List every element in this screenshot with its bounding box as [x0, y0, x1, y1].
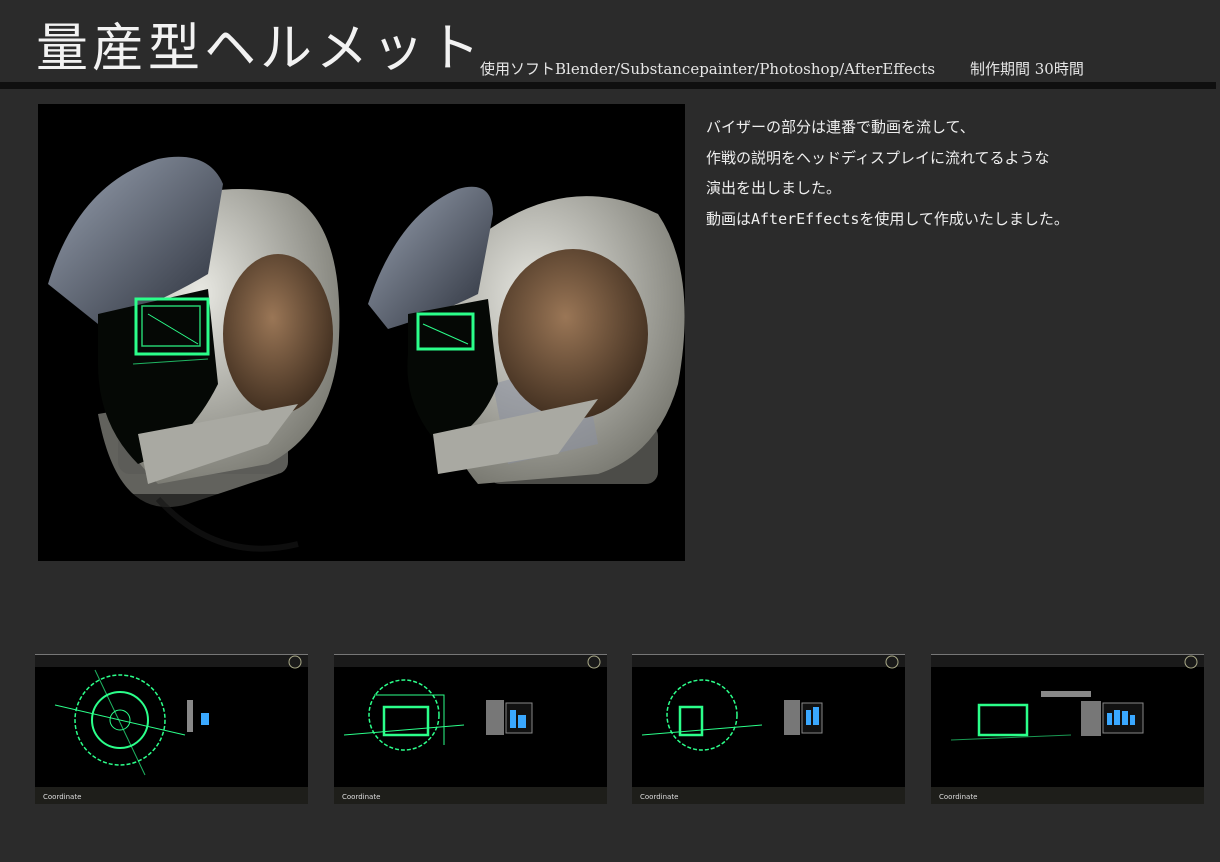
- production-period: 制作期間 30時間: [970, 60, 1084, 78]
- helmet-left: [48, 156, 340, 552]
- description-line: 演出を出しました。: [706, 179, 842, 197]
- helmet-render-image: [38, 104, 685, 561]
- hud-coordinate-label: Coordinate: [939, 793, 977, 801]
- helmet-right: [368, 186, 685, 484]
- hud-coordinate-label: Coordinate: [43, 793, 81, 801]
- hud-frame-4: Coordinate: [931, 654, 1204, 804]
- description: バイザーの部分は連番で動画を流して、 作戦の説明をヘッドディスプレイに流れてるよ…: [706, 112, 1069, 234]
- hud-frame-2: Coordinate: [334, 654, 607, 804]
- hud-frame-1: Coordinate: [35, 654, 308, 804]
- software-used: 使用ソフトBlender/Substancepainter/Photoshop/…: [480, 60, 936, 78]
- hud-coordinate-label: Coordinate: [342, 793, 380, 801]
- description-line: バイザーの部分は連番で動画を流して、: [706, 118, 975, 136]
- hud-coordinate-label: Coordinate: [640, 793, 678, 801]
- page-title: 量産型ヘルメット: [36, 19, 485, 79]
- hud-frame-3: Coordinate: [632, 654, 905, 804]
- description-line: 動画はAfterEffectsを使用して作成いたしました。: [706, 209, 1069, 228]
- description-line: 作戦の説明をヘッドディスプレイに流れてるような: [706, 148, 1050, 167]
- header-divider: [0, 82, 1216, 89]
